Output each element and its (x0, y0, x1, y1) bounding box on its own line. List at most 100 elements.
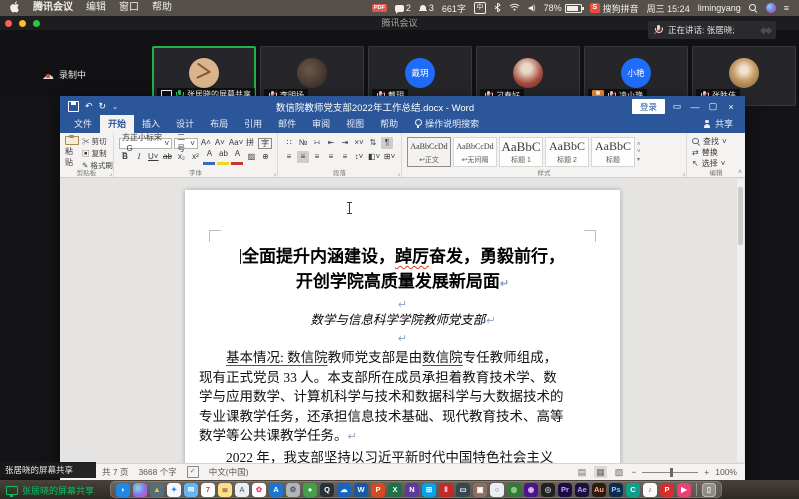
zoom-traffic-light[interactable] (33, 20, 40, 27)
enclose-characters-icon[interactable]: ⊕ (259, 151, 271, 163)
document-area[interactable]: 全面提升内涵建设，踔厉奋发，勇毅前行， 开创学院高质量发展新局面↵ ↵ 数学与信… (60, 178, 745, 463)
align-right-icon[interactable]: ≡ (311, 151, 323, 163)
zoom-out-icon[interactable]: − (631, 467, 636, 477)
asian-layout-icon[interactable]: ×˅ (353, 137, 365, 149)
replace-button[interactable]: ⇄替换 (692, 147, 740, 158)
page-count[interactable]: 共 7 页 (102, 466, 128, 478)
ime-box-icon[interactable]: 中 (474, 2, 486, 14)
dock-icon-mail[interactable]: ✉ (184, 483, 198, 497)
paste-button[interactable]: 粘贴 (65, 136, 79, 168)
proofing-icon[interactable]: ✓ (187, 466, 199, 478)
menubar-username[interactable]: limingyang (698, 3, 741, 13)
dock-icon-notes[interactable]: ≣ (218, 483, 232, 497)
tell-me-search[interactable]: 操作说明搜索 (406, 115, 487, 133)
font-name-combo[interactable]: 方正小标宋_G˅ (119, 138, 172, 149)
close-traffic-light[interactable] (5, 20, 12, 27)
multilevel-list-icon[interactable]: ∺ (311, 137, 323, 149)
dock-icon-word-app[interactable]: W (354, 483, 368, 497)
borders-icon[interactable]: ⊞˅ (383, 151, 396, 163)
highlight-color-icon[interactable]: ab (217, 150, 229, 165)
vertical-scrollbar[interactable] (737, 179, 744, 462)
dock-icon-app-store[interactable]: A (269, 483, 283, 497)
clipboard-dialog-launcher[interactable]: ⌟ (109, 170, 112, 177)
superscript-button[interactable]: x² (189, 151, 201, 163)
dock-icon-photoshop[interactable]: Ps (609, 483, 623, 497)
notification-status-item[interactable]: 3 (419, 3, 434, 13)
dock-icon-wechat[interactable]: ● (303, 483, 317, 497)
scrollbar-thumb[interactable] (738, 187, 743, 245)
dock-icon-parallels-windows[interactable]: ⊞ (422, 483, 436, 497)
style-card-标题 1[interactable]: AaBbC标题 1 (499, 137, 543, 167)
numbering-icon[interactable]: № (297, 137, 309, 149)
close-window-icon[interactable]: × (725, 102, 737, 112)
zoom-level[interactable]: 100% (715, 467, 737, 477)
italic-button[interactable]: I (133, 151, 145, 163)
character-shading-icon[interactable]: ▨ (245, 151, 257, 163)
menubar-item[interactable]: 帮助 (152, 0, 172, 16)
decrease-indent-icon[interactable]: ⇤ (325, 137, 337, 149)
wifi-icon[interactable] (509, 3, 520, 13)
dock-icon-onenote[interactable]: N (405, 483, 419, 497)
read-mode-icon[interactable]: ▤ (576, 466, 589, 478)
document-page[interactable]: 全面提升内涵建设，踔厉奋发，勇毅前行， 开创学院高质量发展新局面↵ ↵ 数学与信… (185, 190, 620, 463)
menubar-item[interactable]: 编辑 (86, 0, 106, 16)
dock-icon-excel[interactable]: X (388, 483, 402, 497)
web-layout-icon[interactable]: ▧ (613, 466, 626, 478)
align-left-icon[interactable]: ≡ (283, 151, 295, 163)
dock-icon-circle-app[interactable]: ○ (490, 483, 504, 497)
undo-icon[interactable]: ↶ (85, 101, 93, 112)
pdf-menubar-icon[interactable]: PDF (372, 4, 387, 12)
ribbon-tab-邮件[interactable]: 邮件 (270, 115, 304, 133)
justify-icon[interactable]: ≡ (325, 151, 337, 163)
find-button[interactable]: 查找˅ (692, 136, 740, 147)
font-color-icon[interactable]: A (231, 150, 243, 165)
show-formatting-marks-icon[interactable]: ¶ (381, 137, 393, 149)
ribbon-tab-布局[interactable]: 布局 (202, 115, 236, 133)
dock-icon-finder[interactable]: ◗ (116, 483, 130, 497)
change-case-icon[interactable]: Aa˅ (228, 137, 242, 149)
align-center-icon[interactable]: ≡ (297, 151, 309, 163)
font-size-combo[interactable]: 二号˅ (174, 138, 198, 149)
word-count[interactable]: 3668 个字 (138, 466, 176, 478)
ribbon-tab-帮助[interactable]: 帮助 (372, 115, 406, 133)
redo-icon[interactable]: ↻ (99, 101, 107, 112)
word-count-status[interactable]: 661字 (442, 2, 466, 15)
word-titlebar[interactable]: ↶ ↻ ⌄ 数信院教师党支部2022年工作总结.docx - Word 登录 ▭… (60, 96, 745, 117)
apple-menu-icon[interactable] (10, 1, 20, 16)
ime-status-item[interactable]: S 搜狗拼音 (590, 2, 639, 15)
spotlight-search-icon[interactable] (749, 4, 758, 13)
dock-icon-audition[interactable]: Au (592, 483, 606, 497)
grow-font-icon[interactable]: A˄ (200, 137, 212, 149)
shrink-font-icon[interactable]: A˅ (214, 137, 226, 149)
zoom-in-icon[interactable]: + (704, 467, 709, 477)
ribbon-tab-插入[interactable]: 插入 (134, 115, 168, 133)
dock-icon-video-app[interactable]: ▶ (677, 483, 691, 497)
dock-icon-photos[interactable]: ✿ (252, 483, 266, 497)
login-button[interactable]: 登录 (632, 99, 665, 114)
ribbon-tab-设计[interactable]: 设计 (168, 115, 202, 133)
underline-button[interactable]: U˅ (147, 151, 159, 163)
text-effects-icon[interactable]: A (203, 150, 215, 165)
menubar-app-name[interactable]: 腾讯会议 (33, 0, 73, 16)
trash-icon[interactable]: ▯ (702, 483, 716, 497)
dock-icon-calendar[interactable]: 7 (201, 483, 215, 497)
dock-icon-camera-app[interactable]: ◎ (541, 483, 555, 497)
dock-icon-red-tools-app[interactable]: ‖ (439, 483, 453, 497)
dock-icon-siri[interactable] (133, 483, 147, 497)
dock-icon-weiyun-cloud[interactable]: ☁ (337, 483, 351, 497)
chat-status-item[interactable]: 2 (395, 3, 411, 13)
dock-icon-launchpad[interactable]: ▲ (150, 483, 164, 497)
styles-dialog-launcher[interactable]: ⌟ (682, 170, 685, 177)
minimize-traffic-light[interactable] (19, 20, 26, 27)
dock-icon-pdf-reader[interactable]: P (660, 483, 674, 497)
character-border-icon[interactable]: 字 (258, 138, 272, 149)
mic-muted-icon[interactable] (654, 25, 663, 35)
zoom-slider-thumb[interactable] (670, 468, 673, 477)
ribbon-tab-视图[interactable]: 视图 (338, 115, 372, 133)
bluetooth-icon[interactable] (494, 3, 501, 14)
dock-icon-safari[interactable]: ✦ (167, 483, 181, 497)
dock-icon-after-effects[interactable]: Ae (575, 483, 589, 497)
dock-icon-qq[interactable]: Q (320, 483, 334, 497)
bold-button[interactable]: B (119, 151, 131, 163)
dock-icon-archive-tool[interactable]: ▣ (473, 483, 487, 497)
